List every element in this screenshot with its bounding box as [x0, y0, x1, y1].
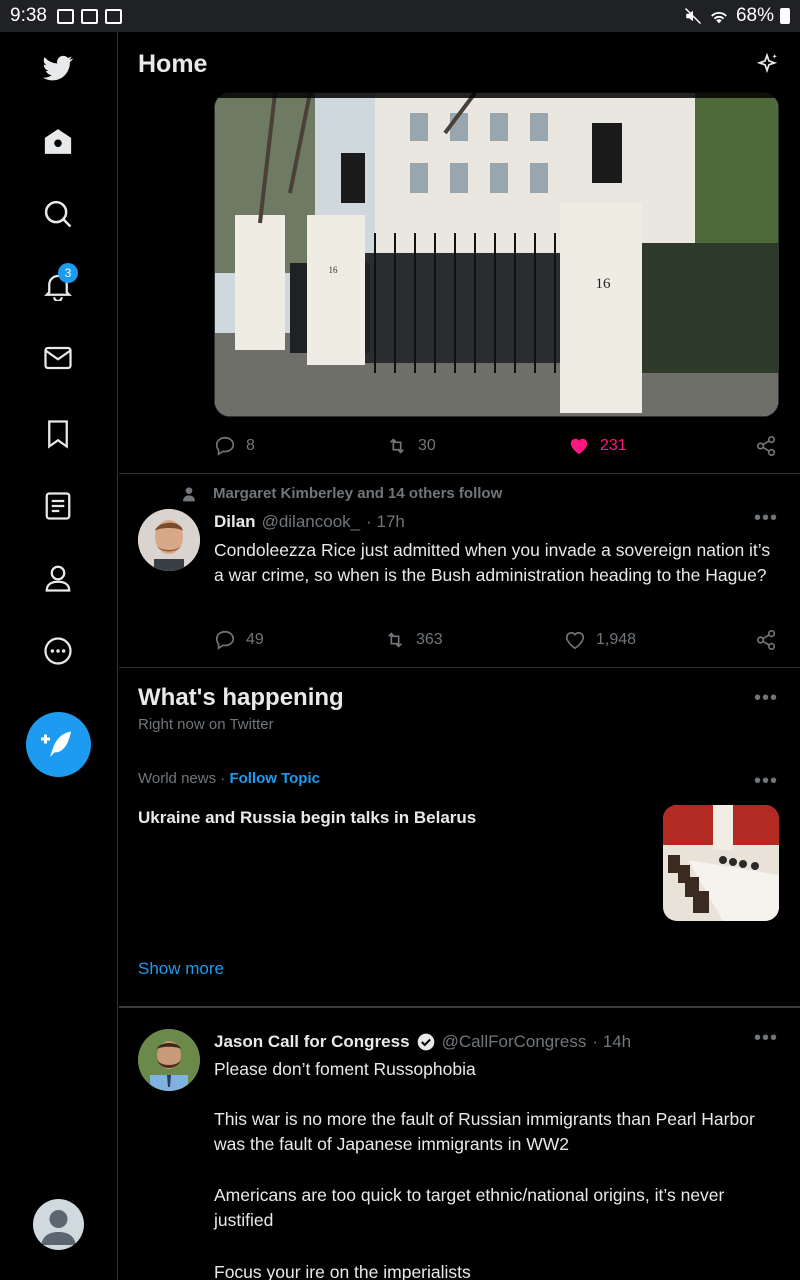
home-icon[interactable] [42, 126, 74, 158]
svg-text:16: 16 [329, 265, 339, 275]
page-title: Home [138, 50, 208, 78]
retweet-icon [387, 632, 403, 648]
screenshot-notification-icon [80, 8, 98, 24]
tweet-text-line: Focus your ire on the imperialists [214, 1262, 471, 1280]
quill-plus-icon [40, 731, 71, 757]
meeting-room-photo [663, 805, 779, 921]
compose-tweet-button[interactable] [26, 712, 91, 777]
heart-filled-icon [570, 438, 588, 455]
like-count: 1,948 [596, 631, 637, 648]
trend-title[interactable]: Ukraine and Russia begin talks in Belaru… [138, 808, 476, 828]
whats-happening-title: What's happening [138, 684, 344, 711]
reply-icon [215, 630, 235, 650]
check-notification-icon [104, 8, 122, 24]
battery-percent: 68% [735, 5, 774, 26]
divider [119, 473, 800, 474]
social-context-text: Margaret Kimberley and 14 others follow [213, 485, 503, 502]
share-icon [756, 436, 776, 456]
tweet-author-row: Dilan @dilancook_ · 17h [214, 512, 405, 532]
sparkle-timeline-icon[interactable] [754, 52, 780, 78]
messages-envelope-icon[interactable] [42, 342, 74, 374]
heart-outline-icon [565, 632, 585, 650]
reply-button[interactable]: 49 [214, 626, 264, 654]
mute-icon [684, 7, 701, 25]
author-avatar[interactable] [138, 1029, 200, 1091]
follow-topic-link[interactable]: Follow Topic [229, 770, 320, 787]
gallery-notification-icon [56, 8, 74, 24]
tweet-more-icon[interactable]: ••• [754, 507, 778, 530]
more-options-icon[interactable] [42, 635, 74, 667]
tweet-text-line: This war is no more the fault of Russian… [214, 1109, 755, 1154]
battery-icon [780, 8, 790, 24]
reply-count: 49 [246, 631, 264, 648]
profile-icon[interactable] [42, 562, 74, 594]
social-context: Margaret Kimberley and 14 others follow [181, 485, 502, 502]
trend-thumbnail[interactable] [663, 805, 779, 921]
wifi-icon [711, 12, 727, 24]
show-more-link[interactable]: Show more [138, 959, 224, 979]
author-name[interactable]: Jason Call for Congress [214, 1032, 410, 1052]
status-right: 68% [684, 0, 790, 32]
status-bar: 9:38 68% [0, 0, 800, 32]
trend-category-row: World news · Follow Topic [138, 770, 320, 787]
tweet-text-line: Please don’t foment Russophobia [214, 1059, 476, 1079]
tweet-actions: 49 363 1,948 [214, 626, 784, 654]
author-name[interactable]: Dilan [214, 512, 256, 532]
status-time: 9:38 [10, 5, 47, 26]
like-button[interactable]: 231 [568, 432, 627, 460]
tweet-time[interactable]: · 14h [592, 1032, 631, 1052]
trend-separator: · [216, 770, 230, 787]
tweet-author-row: Jason Call for Congress @CallForCongress… [214, 1032, 631, 1052]
author-handle[interactable]: @dilancook_ [262, 512, 361, 532]
tweet-more-icon[interactable]: ••• [754, 1027, 778, 1050]
reply-button[interactable]: 8 [214, 432, 255, 460]
search-icon[interactable] [42, 198, 74, 230]
author-handle[interactable]: @CallForCongress [442, 1032, 587, 1052]
retweet-button[interactable]: 363 [384, 626, 443, 654]
mansion-gate-photo: 16 16 [215, 93, 778, 416]
retweet-count: 363 [416, 631, 443, 648]
trend-more-icon[interactable]: ••• [754, 770, 778, 793]
tweet-actions: 8 30 231 [214, 432, 784, 460]
whats-happening-subtitle: Right now on Twitter [138, 716, 274, 733]
like-button[interactable]: 1,948 [564, 626, 636, 654]
verified-badge-icon [417, 1033, 434, 1051]
share-button[interactable] [755, 432, 777, 460]
lists-icon[interactable] [42, 490, 74, 522]
notification-count-badge: 3 [58, 263, 78, 283]
side-navigation: 3 [0, 32, 118, 1280]
reply-count: 8 [246, 437, 255, 454]
account-avatar[interactable] [33, 1199, 84, 1250]
reply-icon [215, 436, 235, 456]
retweet-count: 30 [418, 437, 436, 454]
top-header: Home [119, 32, 800, 98]
trend-category: World news [138, 770, 217, 787]
tweet-media-image[interactable]: 16 16 [214, 92, 779, 417]
retweet-icon [389, 438, 405, 454]
section-divider [119, 1006, 800, 1008]
bookmark-icon[interactable] [42, 418, 74, 450]
person-icon [183, 486, 195, 501]
svg-text:16: 16 [596, 276, 612, 292]
share-icon [756, 630, 776, 650]
retweet-button[interactable]: 30 [386, 432, 436, 460]
tweet-time[interactable]: · 17h [366, 512, 405, 532]
home-timeline: Home 16 16 8 30 231 Margaret Kimberley a… [119, 32, 800, 1280]
whats-happening-more-icon[interactable]: ••• [754, 687, 778, 710]
tweet-text-line: Americans are too quick to target ethnic… [214, 1185, 725, 1230]
author-avatar[interactable] [138, 509, 200, 571]
tweet-text: Condoleezza Rice just admitted when you … [214, 540, 771, 585]
share-button[interactable] [755, 626, 777, 654]
like-count: 231 [600, 437, 627, 454]
divider [119, 667, 800, 668]
twitter-logo-icon[interactable] [42, 52, 74, 84]
